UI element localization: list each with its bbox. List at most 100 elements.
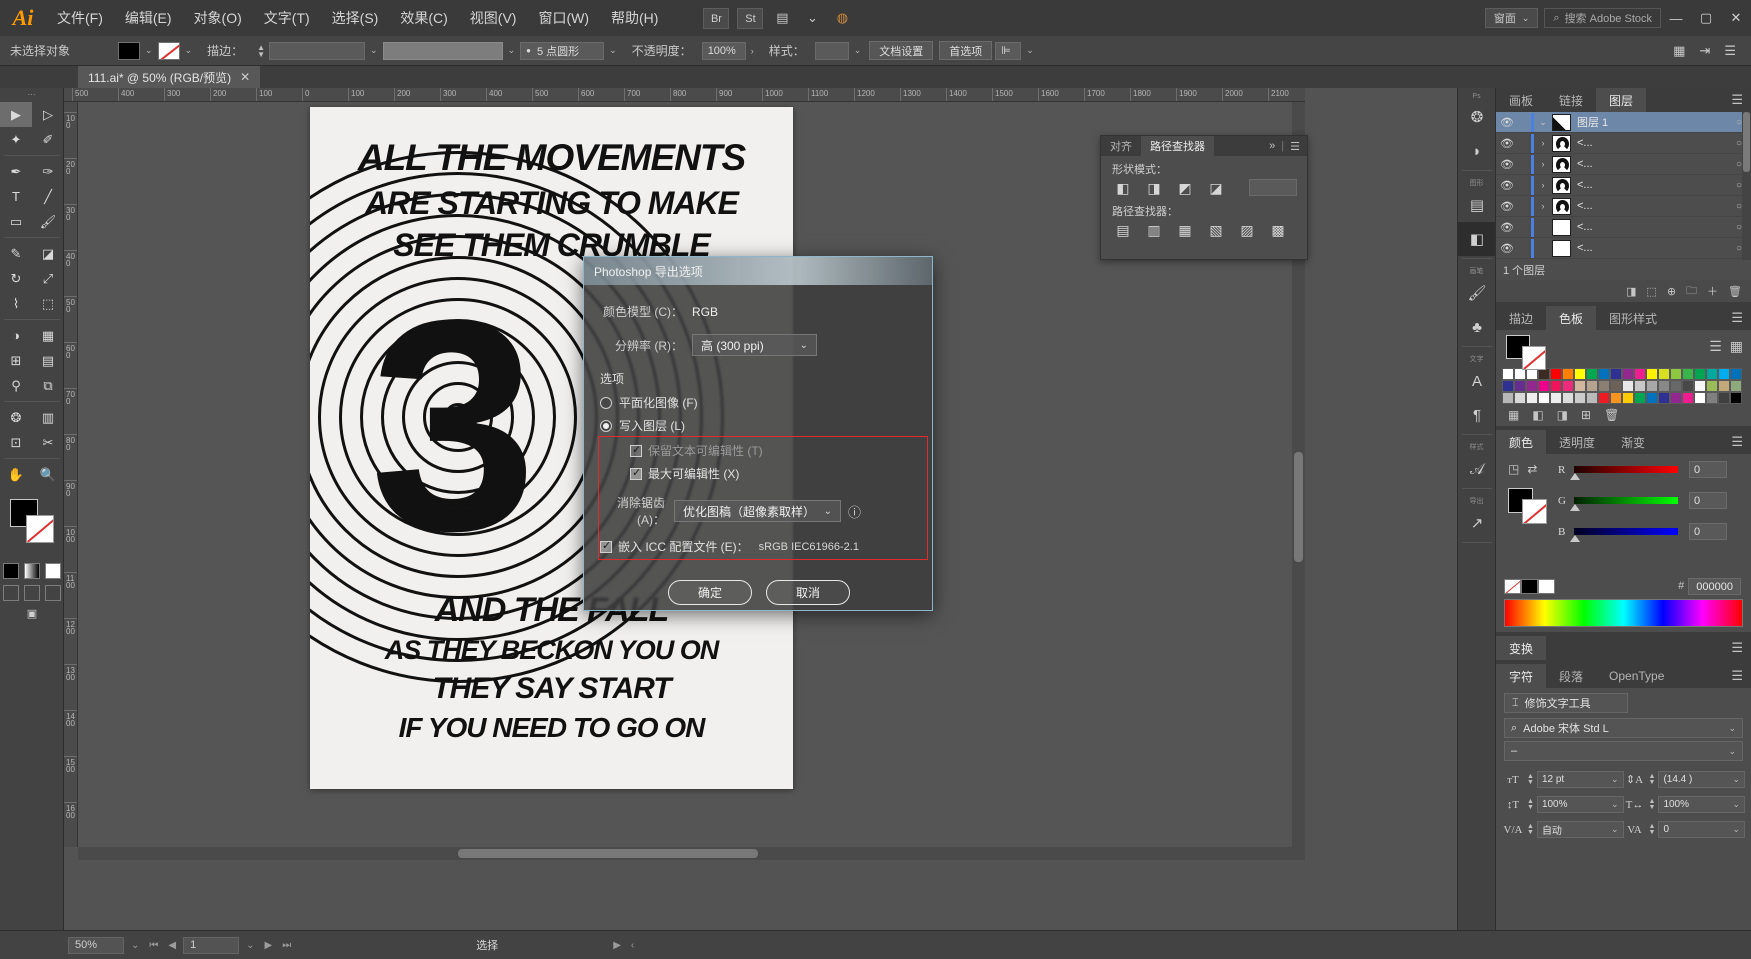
layers-footer-icon-5[interactable]: 🗑 xyxy=(1728,285,1742,298)
pathfinder-menu-icon[interactable]: ☰ xyxy=(1290,140,1300,153)
vertical-ruler[interactable]: 100 200 300 400 500 600 700 800 900 1000 1100 1200 1… xyxy=(64,102,78,847)
layer-name[interactable]: <... xyxy=(1577,158,1727,170)
tab-color[interactable]: 颜色 xyxy=(1496,430,1547,454)
scrollbar-thumb[interactable] xyxy=(458,849,758,858)
zoom-tool[interactable]: 🔍 xyxy=(32,462,64,487)
bridge-button[interactable]: Br xyxy=(703,7,730,29)
artboard-number-input[interactable]: 1 xyxy=(183,936,240,954)
swatch-cell[interactable] xyxy=(1586,380,1598,392)
artboard-caret-icon[interactable]: ⌄ xyxy=(241,940,259,951)
swatch-cell[interactable] xyxy=(1610,380,1622,392)
swatch-cell[interactable] xyxy=(1718,380,1730,392)
eraser-tool[interactable]: ◪ xyxy=(32,241,64,266)
menu-window[interactable]: 窗口(W) xyxy=(527,0,600,36)
font-size-input[interactable]: 12 pt ⌄ xyxy=(1536,771,1624,788)
artboard-tool[interactable]: ⊡ xyxy=(0,430,32,455)
table-row[interactable]: 👁›<...○ xyxy=(1496,259,1751,260)
arrange-icon[interactable]: ⇥ xyxy=(1692,43,1717,59)
tab-layers[interactable]: 图层 xyxy=(1596,88,1647,112)
antialias-select[interactable]: 优化图稿（超像素取样） ⌄ xyxy=(674,500,841,522)
layer-thumbnail[interactable] xyxy=(1552,218,1571,236)
font-family-select[interactable]: ⌕ Adobe 宋体 Std L ⌄ xyxy=(1504,718,1743,738)
canvas-horizontal-scrollbar[interactable] xyxy=(78,847,1305,860)
free-transform-tool[interactable]: ⬚ xyxy=(32,291,64,316)
expand-icon[interactable]: » xyxy=(1269,140,1275,152)
arrange-caret-icon[interactable]: ⌄ xyxy=(797,10,827,26)
tab-gradient[interactable]: 渐变 xyxy=(1608,430,1658,454)
tab-artboards[interactable]: 画板 xyxy=(1496,88,1546,112)
column-graph-tool[interactable]: ▥ xyxy=(32,405,64,430)
font-size-stepper[interactable]: ▲ ▼ xyxy=(1527,773,1534,786)
layer-thumbnail[interactable] xyxy=(1552,155,1571,173)
swatch-cell[interactable] xyxy=(1610,392,1622,404)
ok-button[interactable]: 确定 xyxy=(668,580,752,605)
eye-icon[interactable]: 👁 xyxy=(1496,179,1518,192)
table-row[interactable]: 👁›<...○ xyxy=(1496,196,1751,217)
layer-name[interactable]: <... xyxy=(1577,200,1727,212)
swatch-cell[interactable] xyxy=(1574,368,1586,380)
swatches-footer-icon-1[interactable]: ◧ xyxy=(1532,408,1543,422)
tab-paragraph[interactable]: 段落 xyxy=(1546,664,1596,688)
tab-pathfinder[interactable]: 路径查找器 xyxy=(1141,136,1214,156)
type-tool[interactable]: T xyxy=(0,184,32,209)
menu-view[interactable]: 视图(V) xyxy=(459,0,528,36)
direct-selection-tool[interactable]: ▷ xyxy=(32,102,64,127)
swatch-cell[interactable] xyxy=(1562,368,1574,380)
hand-tool[interactable]: ✋ xyxy=(0,462,32,487)
swatch-cell[interactable] xyxy=(1514,392,1526,404)
style-preview[interactable]: ● 5 点圆形 xyxy=(520,41,605,60)
swatch-cell[interactable] xyxy=(1718,392,1730,404)
resolution-select[interactable]: 高 (300 ppi) ⌄ xyxy=(692,334,817,356)
eye-icon[interactable]: 👁 xyxy=(1496,221,1518,234)
magic-wand-tool[interactable]: ✦ xyxy=(0,127,32,152)
crop-icon[interactable]: ▧ xyxy=(1206,221,1226,240)
scrollbar-thumb[interactable] xyxy=(1294,452,1303,562)
tab-graphic-styles[interactable]: 图形样式 xyxy=(1596,306,1670,330)
swatch-cell[interactable] xyxy=(1706,392,1718,404)
swatches-footer-icon-0[interactable]: ▦ xyxy=(1508,408,1519,422)
stock-button[interactable]: St xyxy=(737,7,764,29)
vertical-scale-input[interactable]: 100% ⌄ xyxy=(1536,796,1624,813)
stroke-caret-icon[interactable]: ⌄ xyxy=(180,45,198,56)
graphic-style-select[interactable] xyxy=(814,41,849,60)
leading-caret-icon[interactable]: ⌄ xyxy=(1732,774,1740,785)
layer-thumbnail[interactable] xyxy=(1552,197,1571,215)
character-menu-icon[interactable]: ☰ xyxy=(1723,664,1751,688)
swatch-cell[interactable] xyxy=(1562,392,1574,404)
prev-artboard-icon[interactable]: ◀ xyxy=(163,940,181,951)
blend-tool[interactable]: ⧉ xyxy=(32,373,64,398)
swatch-cell[interactable] xyxy=(1682,380,1694,392)
gradient-button[interactable] xyxy=(24,563,40,579)
resolution-caret-icon[interactable]: ⌄ xyxy=(790,340,808,351)
graphic-style-caret-icon[interactable]: ⌄ xyxy=(849,45,867,56)
swatch-cell[interactable] xyxy=(1658,380,1670,392)
rectangle-tool[interactable]: ▭ xyxy=(0,209,32,234)
tab-character[interactable]: 字符 xyxy=(1496,664,1547,688)
table-row[interactable]: 👁›<...○ xyxy=(1496,154,1751,175)
swatch-cell[interactable] xyxy=(1538,392,1550,404)
shape-builder-tool[interactable]: ◑ xyxy=(0,323,32,348)
brush-definition-select[interactable] xyxy=(382,41,503,60)
r-value[interactable]: 0 xyxy=(1689,461,1727,478)
tab-links[interactable]: 链接 xyxy=(1546,88,1596,112)
status-nav-right-icon[interactable]: ▶ xyxy=(608,940,626,951)
swatch-cell[interactable] xyxy=(1658,368,1670,380)
layer-thumbnail[interactable] xyxy=(1552,113,1571,131)
font-family-caret-icon[interactable]: ⌄ xyxy=(1728,723,1736,734)
pathfinder-icon[interactable]: ◧ xyxy=(1458,222,1496,256)
layer-thumbnail[interactable] xyxy=(1552,176,1571,194)
tab-transform[interactable]: 变换 xyxy=(1496,636,1547,660)
layers-footer-icon-0[interactable]: ◨ xyxy=(1626,285,1636,298)
close-tab-icon[interactable]: ✕ xyxy=(240,70,250,84)
swatch-cell[interactable] xyxy=(1622,380,1634,392)
info-icon[interactable]: ⓘ xyxy=(841,502,861,521)
color-button[interactable] xyxy=(3,563,19,579)
outline-icon[interactable]: ▨ xyxy=(1237,221,1257,240)
swatch-cell[interactable] xyxy=(1706,380,1718,392)
first-artboard-icon[interactable]: ⏮ xyxy=(144,940,163,951)
swatch-cell[interactable] xyxy=(1538,380,1550,392)
touch-type-tool-button[interactable]: ⌶ 修饰文字工具 xyxy=(1504,693,1628,713)
flatten-image-radio[interactable] xyxy=(600,396,612,409)
b-slider[interactable] xyxy=(1570,528,1678,542)
stroke-color-swatch[interactable] xyxy=(157,41,180,60)
